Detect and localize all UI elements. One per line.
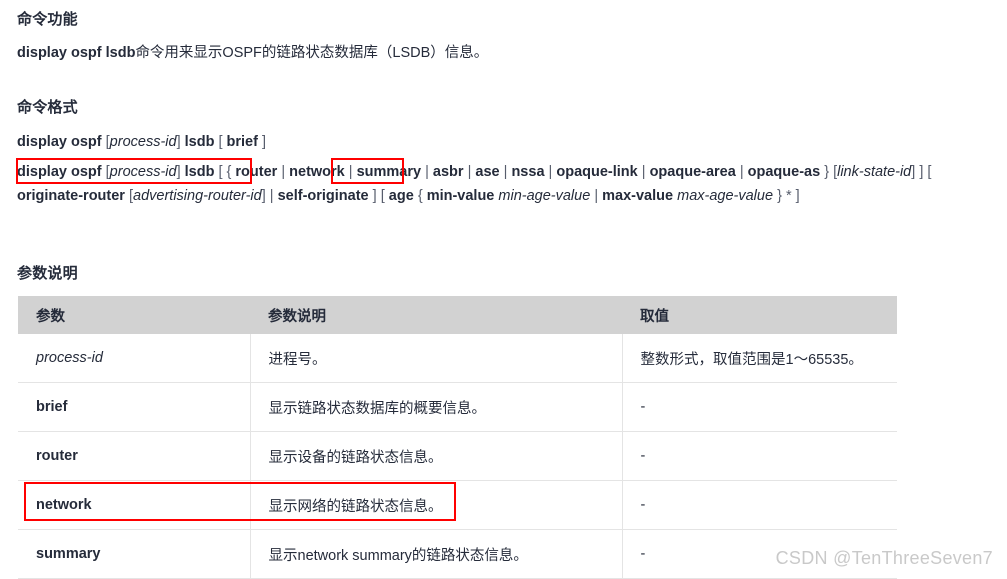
table-row-network: network 显示网络的链路状态信息。 -: [18, 480, 897, 530]
asterisk-symbol: *: [785, 188, 792, 204]
bracket-open: [: [380, 188, 385, 204]
cell-parameter: router: [18, 431, 251, 481]
cell-parameter: network: [18, 480, 251, 530]
cell-parameter: brief: [18, 382, 251, 432]
cell-description: 显示设备的链路状态信息。: [250, 431, 623, 481]
kw-opaque-link: opaque-link: [556, 164, 638, 180]
cell-value: 整数形式，取值范围是1～65535。: [622, 334, 897, 383]
column-header-parameter: 参数: [18, 296, 250, 334]
cell-value: -: [622, 431, 897, 481]
command-format-line-simple: display ospf [process-id] lsdb [ brief ]: [17, 131, 266, 153]
bracket-open: [: [927, 164, 932, 180]
section-heading-parameter-description: 参数说明: [17, 265, 78, 282]
kw-age: age: [388, 188, 414, 204]
cell-description: 显示网络的链路状态信息。: [250, 480, 623, 530]
kw-min-value: min-value: [426, 188, 495, 204]
bracket-close: ]: [911, 164, 916, 180]
pipe-separator: |: [503, 164, 508, 180]
kw-originate-router: originate-router: [17, 188, 125, 204]
watermark-text: CSDN @TenThreeSeven7: [775, 548, 993, 568]
brace-close: }: [777, 188, 782, 204]
bracket-close: ]: [261, 188, 266, 204]
pipe-separator: |: [348, 164, 353, 180]
cell-parameter: summary: [18, 529, 251, 579]
pipe-separator: |: [594, 188, 599, 204]
var-max-age-value: max-age-value: [677, 188, 774, 204]
var-process-id: process-id: [109, 134, 177, 150]
pipe-separator: |: [281, 164, 286, 180]
var-process-id: process-id: [109, 164, 177, 180]
command-format-line-full: display ospf [ process-id] lsdb [ { route…: [17, 160, 999, 208]
cmd-display-ospf: display ospf: [17, 134, 102, 150]
pipe-separator: |: [269, 188, 274, 204]
kw-self-originate: self-originate: [277, 188, 369, 204]
cell-description: 显示network summary的链路状态信息。: [250, 529, 623, 579]
pipe-separator: |: [641, 164, 646, 180]
pipe-separator: |: [425, 164, 429, 180]
cell-description: 显示链路状态数据库的概要信息。: [250, 382, 623, 432]
kw-network: network: [289, 164, 345, 180]
kw-router: router: [235, 164, 278, 180]
var-min-age-value: min-age-value: [498, 188, 591, 204]
brace-open: {: [226, 164, 232, 180]
column-header-description: 参数说明: [250, 296, 622, 334]
bracket-close: ]: [795, 188, 800, 204]
parameters-table: 参数 参数说明 取值 process-id 进程号。 整数形式，取值范围是1～6…: [18, 296, 897, 579]
document-page: 命令功能 display ospf lsdb命令用来显示OSPF的链路状态数据库…: [0, 0, 1007, 579]
bracket-open: [: [218, 164, 223, 180]
pipe-separator: |: [467, 164, 472, 180]
bracket-close: ]: [261, 134, 267, 150]
table-row: summary 显示network summary的链路状态信息。 -: [18, 529, 897, 579]
inline-command-name: display ospf lsdb: [17, 45, 136, 61]
kw-brief: brief: [226, 134, 258, 150]
bracket-open: [: [218, 134, 223, 150]
var-link-state-id: link-state-id: [837, 164, 912, 180]
kw-asbr: asbr: [432, 164, 464, 180]
brace-open: {: [417, 188, 423, 204]
cell-parameter: process-id: [18, 334, 251, 383]
kw-nssa: nssa: [511, 164, 545, 180]
kw-ase: ase: [475, 164, 500, 180]
bracket-close: ]: [372, 188, 377, 204]
bracket-close: ]: [176, 164, 181, 180]
kw-lsdb: lsdb: [184, 134, 215, 150]
kw-opaque-area: opaque-area: [649, 164, 736, 180]
cell-value: -: [622, 480, 897, 530]
pipe-separator: |: [739, 164, 744, 180]
pipe-separator: |: [548, 164, 553, 180]
bracket-close: ]: [919, 164, 924, 180]
command-function-text: 命令用来显示OSPF的链路状态数据库（LSDB）信息。: [135, 45, 489, 61]
kw-max-value: max-value: [602, 188, 674, 204]
section-heading-command-format: 命令格式: [17, 99, 78, 116]
kw-lsdb: lsdb: [184, 164, 215, 180]
kw-opaque-as: opaque-as: [747, 164, 821, 180]
section-heading-command-function: 命令功能: [17, 11, 78, 28]
command-function-paragraph: display ospf lsdb命令用来显示OSPF的链路状态数据库（LSDB…: [17, 42, 488, 65]
table-header-row: 参数 参数说明 取值: [18, 296, 897, 334]
var-advertising-router-id: advertising-router-id: [133, 188, 262, 204]
bracket-close: ]: [176, 134, 181, 150]
table-row: router 显示设备的链路状态信息。 -: [18, 431, 897, 481]
kw-summary: summary: [356, 164, 422, 180]
table-row: process-id 进程号。 整数形式，取值范围是1～65535。: [18, 334, 897, 383]
brace-close: }: [824, 164, 830, 180]
cell-description: 进程号。: [250, 334, 623, 383]
cmd-display-ospf: display ospf: [17, 164, 102, 180]
column-header-value: 取值: [622, 296, 897, 334]
table-row: brief 显示链路状态数据库的概要信息。 -: [18, 382, 897, 432]
cell-value: -: [622, 382, 897, 432]
